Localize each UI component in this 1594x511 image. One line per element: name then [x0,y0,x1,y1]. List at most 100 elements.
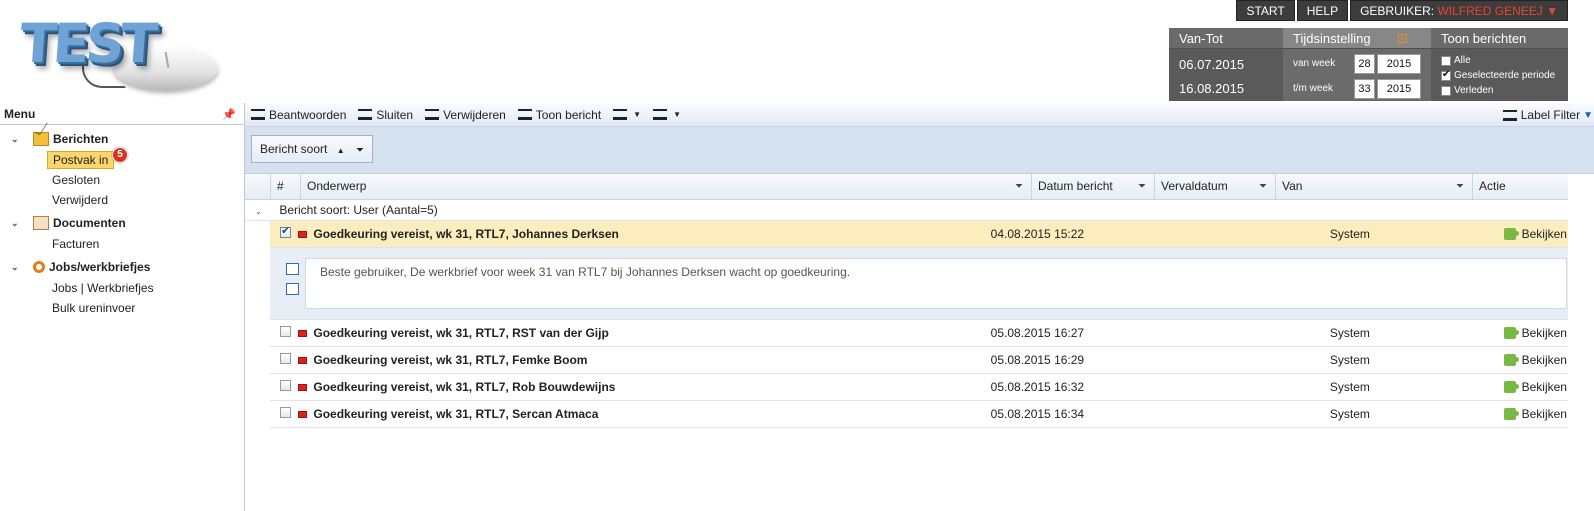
sidebar-item-postvak-in-label: Postvak in [47,151,115,169]
sidebar-item-postvak-in[interactable]: Postvak in 5 [0,147,244,170]
van-year-input[interactable] [1377,53,1421,74]
group-jobs-header[interactable]: ⌄ Jobs/werkbriefjes [0,256,244,278]
row-checkbox-cell [270,380,298,394]
table-row[interactable]: Goedkeuring vereist, wk 31, RTL7, RST va… [270,320,1568,347]
tijdsinstelling-header: Tijdsinstelling × [1283,28,1431,49]
menu-title: Menu [4,107,36,121]
show-message-label: Toon bericht [535,107,602,122]
chevron-down-icon[interactable]: ⌄ [255,201,276,222]
option-geselecteerde-periode[interactable]: Geselecteerde periode [1431,68,1568,83]
row-checkbox[interactable] [280,407,291,418]
row-date: 04.08.2015 15:22 [990,227,1085,241]
filter-icon[interactable]: ⏷ [1015,174,1023,199]
view-button[interactable]: Bekijken [1494,380,1568,394]
van-tot-header: Van-Tot [1169,28,1283,49]
chevron-down-icon[interactable]: ⌄ [11,262,33,273]
window-icon[interactable] [286,283,299,295]
sidebar-item-bulk-ureninvoer[interactable]: Bulk ureninvoer [0,298,244,318]
view-button-label: Bekijken [1521,380,1567,394]
group-documenten: ⌄ Documenten Facturen [0,212,244,254]
group-row[interactable]: ⌄ Bericht soort: User (Aantal=5) [245,200,1568,221]
row-date: 05.08.2015 16:29 [990,353,1085,367]
filter-icon[interactable]: ⏷ [1456,174,1464,199]
view-button[interactable]: Bekijken [1494,407,1568,421]
grid-header-num[interactable]: # [270,174,300,199]
sidebar-item-gesloten[interactable]: Gesloten [0,170,244,190]
van-week-row: van week [1283,51,1431,76]
row-checkbox[interactable] [280,353,291,364]
view-button[interactable]: Bekijken [1494,353,1568,367]
row-checkbox-cell [270,407,298,421]
envelope-icon [298,410,308,418]
close-message-button[interactable]: Sluiten [358,108,413,122]
chevron-down-icon[interactable]: ⌄ [11,218,33,229]
view-button[interactable]: Bekijken [1494,326,1568,340]
toolbar: Beantwoorden Sluiten Verwijderen Toon be… [245,103,1594,127]
table-row[interactable]: Goedkeuring vereist, wk 31, RTL7, Johann… [270,221,1568,248]
table-row[interactable]: Goedkeuring vereist, wk 31, RTL7, Femke … [270,347,1568,374]
period-panel: Van-Tot 06.07.2015 16.08.2015 Tijdsinste… [1169,28,1568,101]
puzzle-icon [1503,354,1519,366]
sidebar: Menu 📌 ⌄ Berichten Postvak in 5 Gesloten… [0,103,245,511]
documents-icon [33,216,49,230]
tm-week-input[interactable] [1354,78,1375,99]
row-checkbox[interactable] [280,326,291,337]
sidebar-item-jobs-werkbriefjes[interactable]: Jobs | Werkbriefjes [0,278,244,298]
tm-year-input[interactable] [1377,78,1421,99]
help-button[interactable]: HELP [1296,0,1349,21]
view-button[interactable]: Bekijken [1494,227,1568,241]
message-grid: # Onderwerp ⏷ Datum bericht ⏷ Vervaldatu… [245,174,1568,428]
checkbox-alle[interactable] [1441,55,1451,66]
option-alle[interactable]: Alle [1431,53,1568,68]
grid-header-actie[interactable]: Actie [1472,174,1568,199]
checkbox-geselecteerde-periode[interactable] [1441,69,1451,81]
envelope-icon [298,383,308,391]
pin-icon[interactable]: 📌 [222,104,236,126]
group-by-chip[interactable]: Bericht soort ▲ ⏷ [251,135,373,163]
puzzle-icon [1503,327,1519,339]
grid-header-datum[interactable]: Datum bericht ⏷ [1031,174,1154,199]
row-subject: Goedkeuring vereist, wk 31, RTL7, RST va… [313,326,609,340]
group-documenten-header[interactable]: ⌄ Documenten [0,212,244,234]
expand-icon[interactable] [286,263,299,275]
sidebar-item-verwijderd[interactable]: Verwijderd [0,190,244,210]
mark-dropdown-button[interactable]: ▼ [613,109,641,120]
grid-header-onderwerp[interactable]: Onderwerp ⏷ [300,174,1031,199]
grid-header-van[interactable]: Van ⏷ [1275,174,1472,199]
grid-header-onderwerp-label: Onderwerp [307,179,367,193]
sort-ascending-icon[interactable]: ▲ [337,146,345,155]
row-date: 05.08.2015 16:27 [990,326,1085,340]
sidebar-item-facturen[interactable]: Facturen [0,234,244,254]
table-row[interactable]: Goedkeuring vereist, wk 31, RTL7, Rob Bo… [270,374,1568,401]
group-by-chip-label: Bericht soort [260,142,328,156]
checkbox-verleden[interactable] [1441,85,1451,96]
caret-down-icon: ▼ [673,110,682,119]
row-checkbox[interactable] [280,380,291,391]
show-message-button[interactable]: Toon bericht [517,107,602,122]
row-checkbox[interactable] [280,224,291,238]
van-week-input[interactable] [1354,53,1375,74]
option-verleden[interactable]: Verleden [1431,83,1568,98]
filter-icon[interactable]: ⏷ [1138,174,1146,199]
main-panel: Beantwoorden Sluiten Verwijderen Toon be… [245,103,1594,511]
group-row-label: Bericht soort: User (Aantal=5) [279,203,438,217]
close-message-label: Sluiten [376,107,414,122]
chevron-down-icon[interactable]: ⌄ [11,134,33,145]
tijdsinstelling-column: Tijdsinstelling × van week t/m week [1283,28,1431,101]
row-van: System [1329,380,1370,394]
preview-icons [286,263,302,303]
reply-button[interactable]: Beantwoorden [251,108,346,122]
table-row[interactable]: Goedkeuring vereist, wk 31, RTL7, Sercan… [270,401,1568,428]
filter-icon[interactable]: ⏷ [1259,174,1267,199]
move-dropdown-button[interactable]: ▼ [653,109,681,120]
group-documenten-label: Documenten [53,216,126,230]
row-date: 05.08.2015 16:34 [990,407,1085,421]
user-menu-button[interactable]: GEBRUIKER: WILFRED GENEEJ ▼ [1350,0,1568,21]
delete-button[interactable]: Verwijderen [425,108,506,122]
close-icon[interactable]: × [1398,34,1407,43]
start-button[interactable]: START [1236,0,1295,21]
label-filter-button[interactable]: Label Filter ▼ [1502,108,1593,122]
toon-options: Alle Geselecteerde periode Verleden [1431,49,1568,98]
filter-icon[interactable]: ⏷ [356,145,364,156]
grid-header-vervaldatum[interactable]: Vervaldatum ⏷ [1154,174,1275,199]
